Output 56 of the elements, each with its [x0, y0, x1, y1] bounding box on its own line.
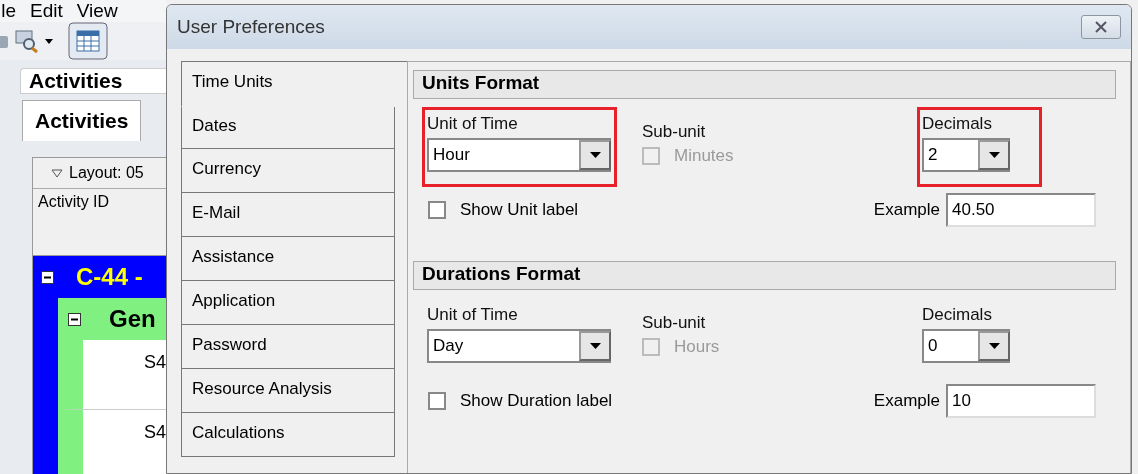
menu-item[interactable]: Edit — [30, 0, 63, 22]
project-row[interactable]: C-44 - — [33, 256, 166, 298]
checkbox[interactable] — [428, 201, 446, 219]
caret-icon — [589, 343, 601, 349]
category-tab[interactable]: Dates — [181, 105, 395, 149]
caret-icon — [988, 343, 1000, 349]
category-tab[interactable]: Calculations — [181, 413, 395, 457]
caret-icon — [589, 152, 601, 158]
collapse-icon[interactable] — [68, 312, 81, 326]
checkbox[interactable] — [428, 392, 446, 410]
field-label: Example — [873, 391, 940, 411]
field-label: Unit of Time — [427, 114, 519, 134]
activity-id-cell[interactable]: S4 — [58, 340, 166, 410]
category-tab[interactable]: Password — [181, 325, 395, 369]
category-tab[interactable]: Assistance — [181, 237, 395, 281]
category-tab[interactable]: Resource Analysis — [181, 369, 395, 413]
field-label: Decimals — [922, 114, 993, 134]
window-title: User Preferences — [177, 16, 325, 38]
print-preview-icon[interactable] — [14, 28, 40, 54]
triangle-icon[interactable] — [51, 168, 63, 178]
menu-item[interactable]: ile — [0, 0, 16, 22]
example-field[interactable]: 40.50 — [946, 193, 1096, 227]
close-button[interactable] — [1081, 15, 1121, 39]
table-view-icon[interactable] — [68, 22, 108, 60]
checkbox-label: Minutes — [674, 146, 734, 166]
collapse-icon[interactable] — [41, 270, 54, 284]
close-icon — [1094, 21, 1108, 33]
example-field[interactable]: 10 — [946, 384, 1096, 418]
panel-title: Activities — [20, 68, 166, 94]
category-tab[interactable]: Application — [181, 281, 395, 325]
wbs-label: Gen — [109, 305, 156, 333]
layout-label[interactable]: Layout: 05 — [69, 164, 144, 182]
caret-icon[interactable] — [44, 37, 54, 45]
section-header: Durations Format — [413, 261, 1116, 290]
section-header: Units Format — [413, 70, 1116, 99]
decimals-dropdown[interactable]: 2 — [922, 138, 1010, 172]
field-label: Sub-unit — [642, 313, 707, 333]
menu-item[interactable]: View — [76, 0, 118, 22]
field-label: Sub-unit — [642, 122, 707, 142]
decimals-dropdown[interactable]: 0 — [922, 329, 1010, 363]
field-label: Unit of Time — [427, 305, 519, 325]
wbs-row[interactable]: Gen — [58, 298, 166, 340]
checkbox-label: Show Unit label — [460, 200, 579, 220]
checkbox-label: Hours — [674, 337, 720, 357]
unit-dropdown[interactable]: Day — [427, 329, 611, 363]
field-label: Example — [873, 200, 940, 220]
category-tab[interactable]: Currency — [181, 149, 395, 193]
project-label: C-44 - — [76, 263, 143, 291]
category-tab[interactable]: E-Mail — [181, 193, 395, 237]
view-tab[interactable]: Activities — [22, 100, 142, 141]
checkbox-label: Show Duration label — [460, 391, 613, 411]
caret-icon — [988, 152, 1000, 158]
field-label: Decimals — [922, 305, 993, 325]
unit-dropdown[interactable]: Hour — [427, 138, 611, 172]
category-tab[interactable]: Time Units — [181, 61, 407, 107]
activity-id-cell[interactable]: S4 — [58, 410, 166, 474]
